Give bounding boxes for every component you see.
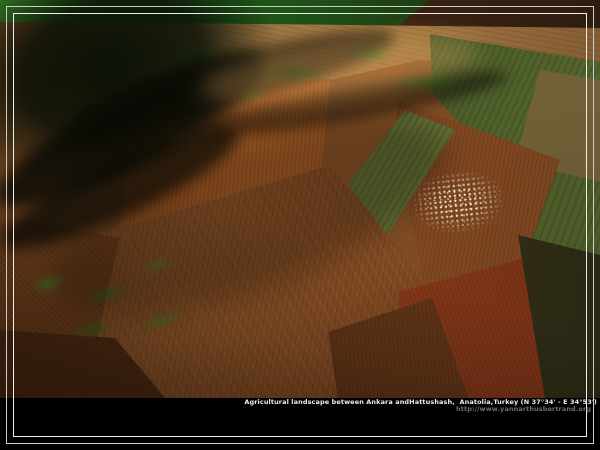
wallpaper: Agricultural landscape between Ankara an…	[0, 0, 600, 450]
aerial-photo	[0, 0, 600, 398]
caption-url: http://www.yannarthusbertrand.org	[244, 406, 597, 413]
photo-vignette	[0, 0, 600, 398]
photo-caption: Agricultural landscape between Ankara an…	[244, 399, 597, 413]
